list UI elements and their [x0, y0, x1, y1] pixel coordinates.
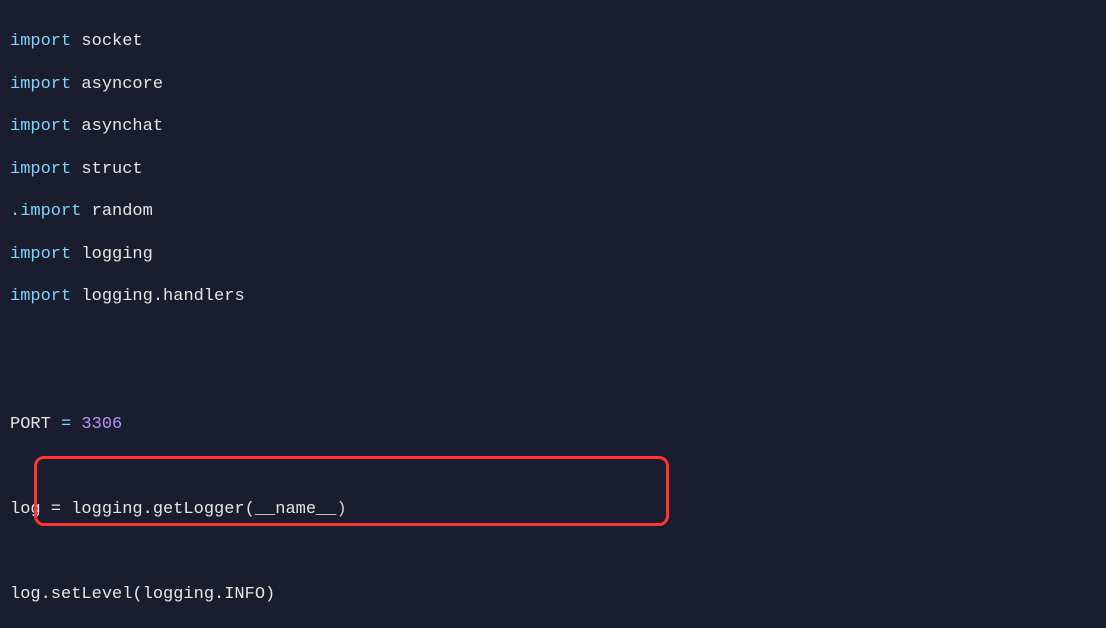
module-name: logging.handlers — [81, 287, 244, 306]
blank-line — [10, 329, 1096, 350]
blank-line — [10, 541, 1096, 562]
code-editor[interactable]: import socket import asyncore import asy… — [0, 0, 1106, 628]
port-value: 3306 — [81, 415, 122, 434]
import-line: .import random — [10, 201, 1096, 222]
import-keyword: import — [10, 160, 71, 179]
import-line: import asynchat — [10, 116, 1096, 137]
import-line: import asyncore — [10, 74, 1096, 95]
module-name: logging — [81, 245, 152, 264]
import-keyword: import — [10, 32, 71, 51]
import-keyword: import — [10, 75, 71, 94]
module-name: struct — [81, 160, 142, 179]
import-keyword: .import — [10, 202, 81, 221]
log-getlogger: log = logging.getLogger(__name__) — [10, 499, 1096, 520]
import-line: import socket — [10, 31, 1096, 52]
blank-line — [10, 371, 1096, 392]
log-setlevel: log.setLevel(logging.INFO) — [10, 584, 1096, 605]
module-name: asynchat — [81, 117, 163, 136]
import-keyword: import — [10, 117, 71, 136]
import-keyword: import — [10, 287, 71, 306]
module-name: socket — [81, 32, 142, 51]
import-keyword: import — [10, 245, 71, 264]
import-line: import struct — [10, 159, 1096, 180]
import-line: import logging.handlers — [10, 286, 1096, 307]
module-name: random — [92, 202, 153, 221]
blank-line — [10, 456, 1096, 477]
port-assignment: PORT = 3306 — [10, 414, 1096, 435]
import-line: import logging — [10, 244, 1096, 265]
port-var: PORT — [10, 415, 51, 434]
module-name: asyncore — [81, 75, 163, 94]
